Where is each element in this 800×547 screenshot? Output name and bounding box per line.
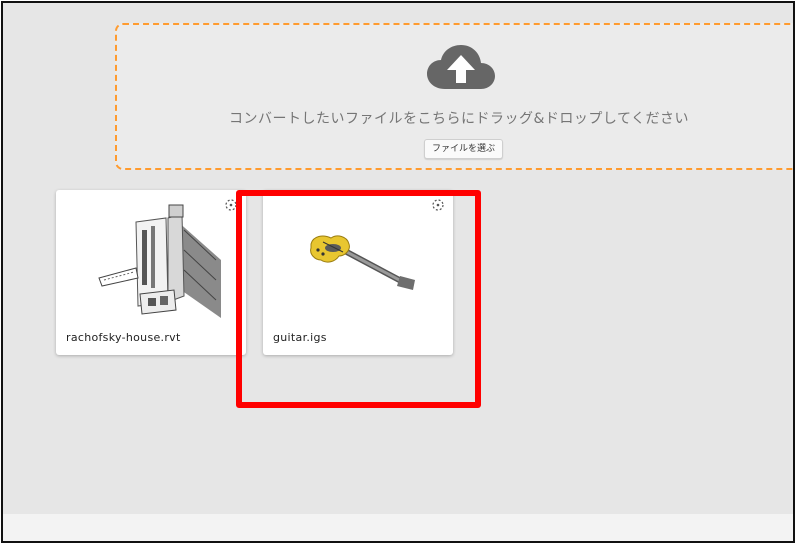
select-file-button[interactable]: ファイルを選ぶ <box>424 139 504 159</box>
building-thumbnail <box>98 204 221 318</box>
file-card[interactable]: rachofsky-house.rvt <box>56 190 246 355</box>
app-window: コンバートしたいファイルをこちらにドラッグ&ドロップしてください ファイルを選ぶ… <box>1 1 795 543</box>
file-name: guitar.igs <box>273 331 327 344</box>
dropzone-message: コンバートしたいファイルをこちらにドラッグ&ドロップしてください <box>228 111 690 127</box>
select-marker-icon[interactable] <box>224 198 238 212</box>
guitar-thumbnail <box>310 235 415 290</box>
file-card[interactable]: guitar.igs <box>263 190 453 355</box>
cloud-upload-icon <box>427 45 495 89</box>
select-marker-icon[interactable] <box>431 198 445 212</box>
footer-strip <box>3 514 793 541</box>
file-dropzone[interactable]: コンバートしたいファイルをこちらにドラッグ&ドロップしてください ファイルを選ぶ <box>115 23 793 170</box>
file-name: rachofsky-house.rvt <box>66 331 181 344</box>
